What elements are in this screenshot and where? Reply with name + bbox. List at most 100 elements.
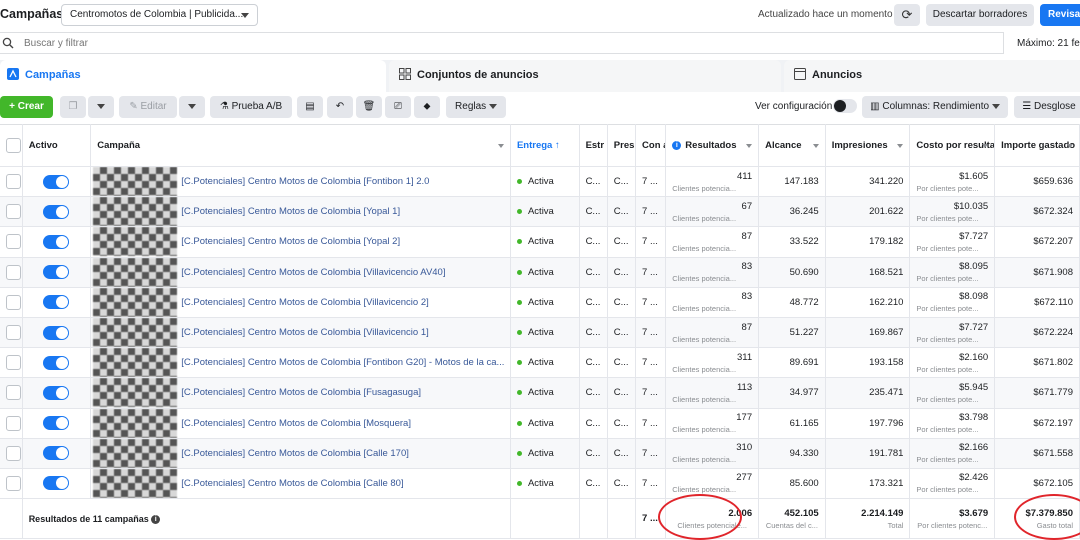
active-toggle[interactable]: [42, 295, 69, 310]
campaign-name-link[interactable]: [C.Potenciales] Centro Motos de Colombia…: [181, 297, 428, 308]
tag-button[interactable]: ⬥: [414, 96, 440, 118]
create-button[interactable]: + Crear: [0, 96, 53, 118]
table-row[interactable]: [C.Potenciales] Centro Motos de Colombia…: [0, 408, 1080, 439]
refresh-button[interactable]: ⟳: [894, 4, 920, 26]
review-button[interactable]: Revisar: [1040, 4, 1080, 26]
active-toggle[interactable]: [42, 416, 69, 431]
column-header-attribution[interactable]: Con atrib: [635, 124, 667, 167]
campaign-name-link[interactable]: [C.Potenciales] Centro Motos de Colombia…: [181, 327, 428, 338]
column-header-delivery[interactable]: Entrega ↑: [510, 124, 580, 167]
results-sub: Clientes potencia...: [672, 183, 737, 193]
row-checkbox[interactable]: [6, 264, 21, 280]
preview-button[interactable]: ⎚: [385, 96, 411, 118]
column-header-cost-per-result[interactable]: Costo por resultado: [909, 124, 996, 167]
row-checkbox[interactable]: [6, 475, 21, 491]
campaign-name-link[interactable]: [C.Potenciales] Centro Motos de Colombia…: [181, 267, 445, 278]
row-reach-cell: 51.227: [758, 317, 826, 349]
row-checkbox[interactable]: [6, 294, 21, 310]
search-input[interactable]: [22, 35, 622, 51]
duplicate-menu-button[interactable]: [88, 96, 114, 118]
row-checkbox[interactable]: [6, 415, 21, 431]
active-toggle[interactable]: [42, 234, 69, 249]
tab-campaigns[interactable]: Campañas: [0, 60, 386, 92]
row-select-cell[interactable]: [0, 468, 23, 500]
campaign-name-link[interactable]: [C.Potenciales] Centro Motos de Colombia…: [181, 206, 400, 217]
discard-drafts-button[interactable]: Descartar borradores: [926, 4, 1034, 26]
edit-menu-button[interactable]: [179, 96, 205, 118]
row-spent-cell: $672.105: [994, 468, 1080, 500]
column-header-reach[interactable]: Alcance: [758, 124, 826, 167]
column-header-budget[interactable]: Pres: [607, 124, 637, 167]
active-toggle[interactable]: [42, 204, 69, 219]
table-row[interactable]: [C.Potenciales] Centro Motos de Colombia…: [0, 196, 1080, 228]
column-header-results[interactable]: i Resultados: [665, 124, 760, 167]
active-toggle[interactable]: [42, 476, 69, 491]
campaign-name-link[interactable]: [C.Potenciales] Centro Motos de Colombia…: [181, 387, 421, 398]
table-row[interactable]: [C.Potenciales] Centro Motos de Colombia…: [0, 287, 1080, 318]
campaign-name-link[interactable]: [C.Potenciales] Centro Motos de Colombia…: [181, 357, 504, 368]
campaign-name-link[interactable]: [C.Potenciales] Centro Motos de Colombia…: [181, 236, 400, 247]
row-select-cell[interactable]: [0, 377, 23, 409]
cost-value: $3.798: [959, 412, 989, 424]
delete-button[interactable]: 🗑: [356, 96, 382, 118]
row-results-cell: 67 Clientes potencia...: [665, 196, 760, 228]
date-range-label[interactable]: Máximo: 21 feb: [1017, 38, 1080, 49]
row-checkbox[interactable]: [6, 234, 21, 250]
column-header-campaign[interactable]: Campaña: [90, 124, 511, 167]
active-toggle[interactable]: [42, 385, 69, 400]
ab-test-label: Prueba A/B: [231, 101, 283, 112]
columns-button[interactable]: ▥ Columnas: Rendimiento: [862, 96, 1008, 118]
active-toggle[interactable]: [42, 265, 69, 280]
rules-button[interactable]: Reglas: [446, 96, 506, 118]
table-row[interactable]: [C.Potenciales] Centro Motos de Colombia…: [0, 377, 1080, 409]
account-select[interactable]: Centromotos de Colombia | Publicida...: [61, 4, 258, 26]
edit-button[interactable]: ✎ Editar: [119, 96, 177, 118]
column-header-impressions[interactable]: Impresiones: [825, 124, 911, 167]
row-checkbox[interactable]: [6, 174, 21, 190]
cost-sub: Por clientes pote...: [916, 183, 979, 193]
campaign-name-link[interactable]: [C.Potenciales] Centro Motos de Colombia…: [181, 478, 403, 489]
row-select-cell[interactable]: [0, 166, 23, 198]
column-header-bid-strategy[interactable]: Estr de puja: [579, 124, 608, 167]
row-select-cell[interactable]: [0, 257, 23, 288]
view-config-toggle[interactable]: [833, 99, 857, 113]
campaign-name-link[interactable]: [C.Potenciales] Centro Motos de Colombia…: [181, 448, 409, 459]
table-row[interactable]: [C.Potenciales] Centro Motos de Colombia…: [0, 166, 1080, 198]
column-header-active[interactable]: Activo: [22, 124, 92, 167]
column-header-amount-spent[interactable]: Importe gastado: [994, 124, 1080, 167]
row-checkbox[interactable]: [6, 385, 21, 401]
row-select-cell[interactable]: [0, 347, 23, 379]
table-row[interactable]: [C.Potenciales] Centro Motos de Colombia…: [0, 226, 1080, 258]
row-select-cell[interactable]: [0, 226, 23, 258]
table-row[interactable]: [C.Potenciales] Centro Motos de Colombia…: [0, 468, 1080, 500]
breakdown-button[interactable]: ☰ Desglose: [1014, 96, 1080, 118]
active-toggle[interactable]: [42, 174, 69, 189]
row-select-cell[interactable]: [0, 317, 23, 349]
campaign-name-link[interactable]: [C.Potenciales] Centro Motos de Colombia…: [181, 176, 429, 187]
campaign-name-link[interactable]: [C.Potenciales] Centro Motos de Colombia…: [181, 418, 411, 429]
select-all-cell[interactable]: [0, 124, 23, 167]
table-row[interactable]: [C.Potenciales] Centro Motos de Colombia…: [0, 347, 1080, 379]
row-checkbox[interactable]: [6, 325, 21, 341]
level-tabs: Campañas Conjuntos de anuncios Anuncios: [0, 60, 1080, 92]
tab-ad-sets[interactable]: Conjuntos de anuncios: [389, 60, 781, 92]
duplicate-button[interactable]: ❐: [60, 96, 86, 118]
row-select-cell[interactable]: [0, 196, 23, 228]
ab-test-button[interactable]: ⚗ Prueba A/B: [210, 96, 292, 118]
undo-button[interactable]: ↶: [327, 96, 353, 118]
row-checkbox[interactable]: [6, 355, 21, 371]
table-row[interactable]: [C.Potenciales] Centro Motos de Colombia…: [0, 438, 1080, 469]
row-select-cell[interactable]: [0, 408, 23, 439]
select-all-checkbox[interactable]: [6, 138, 21, 153]
row-select-cell[interactable]: [0, 438, 23, 469]
row-checkbox[interactable]: [6, 445, 21, 461]
active-toggle[interactable]: [42, 446, 69, 461]
table-row[interactable]: [C.Potenciales] Centro Motos de Colombia…: [0, 317, 1080, 349]
active-toggle[interactable]: [42, 325, 69, 340]
clipboard-button[interactable]: ▤: [297, 96, 323, 118]
active-toggle[interactable]: [42, 355, 69, 370]
table-row[interactable]: [C.Potenciales] Centro Motos de Colombia…: [0, 257, 1080, 288]
tab-ads[interactable]: Anuncios: [784, 60, 1080, 92]
row-checkbox[interactable]: [6, 204, 21, 220]
row-select-cell[interactable]: [0, 287, 23, 318]
